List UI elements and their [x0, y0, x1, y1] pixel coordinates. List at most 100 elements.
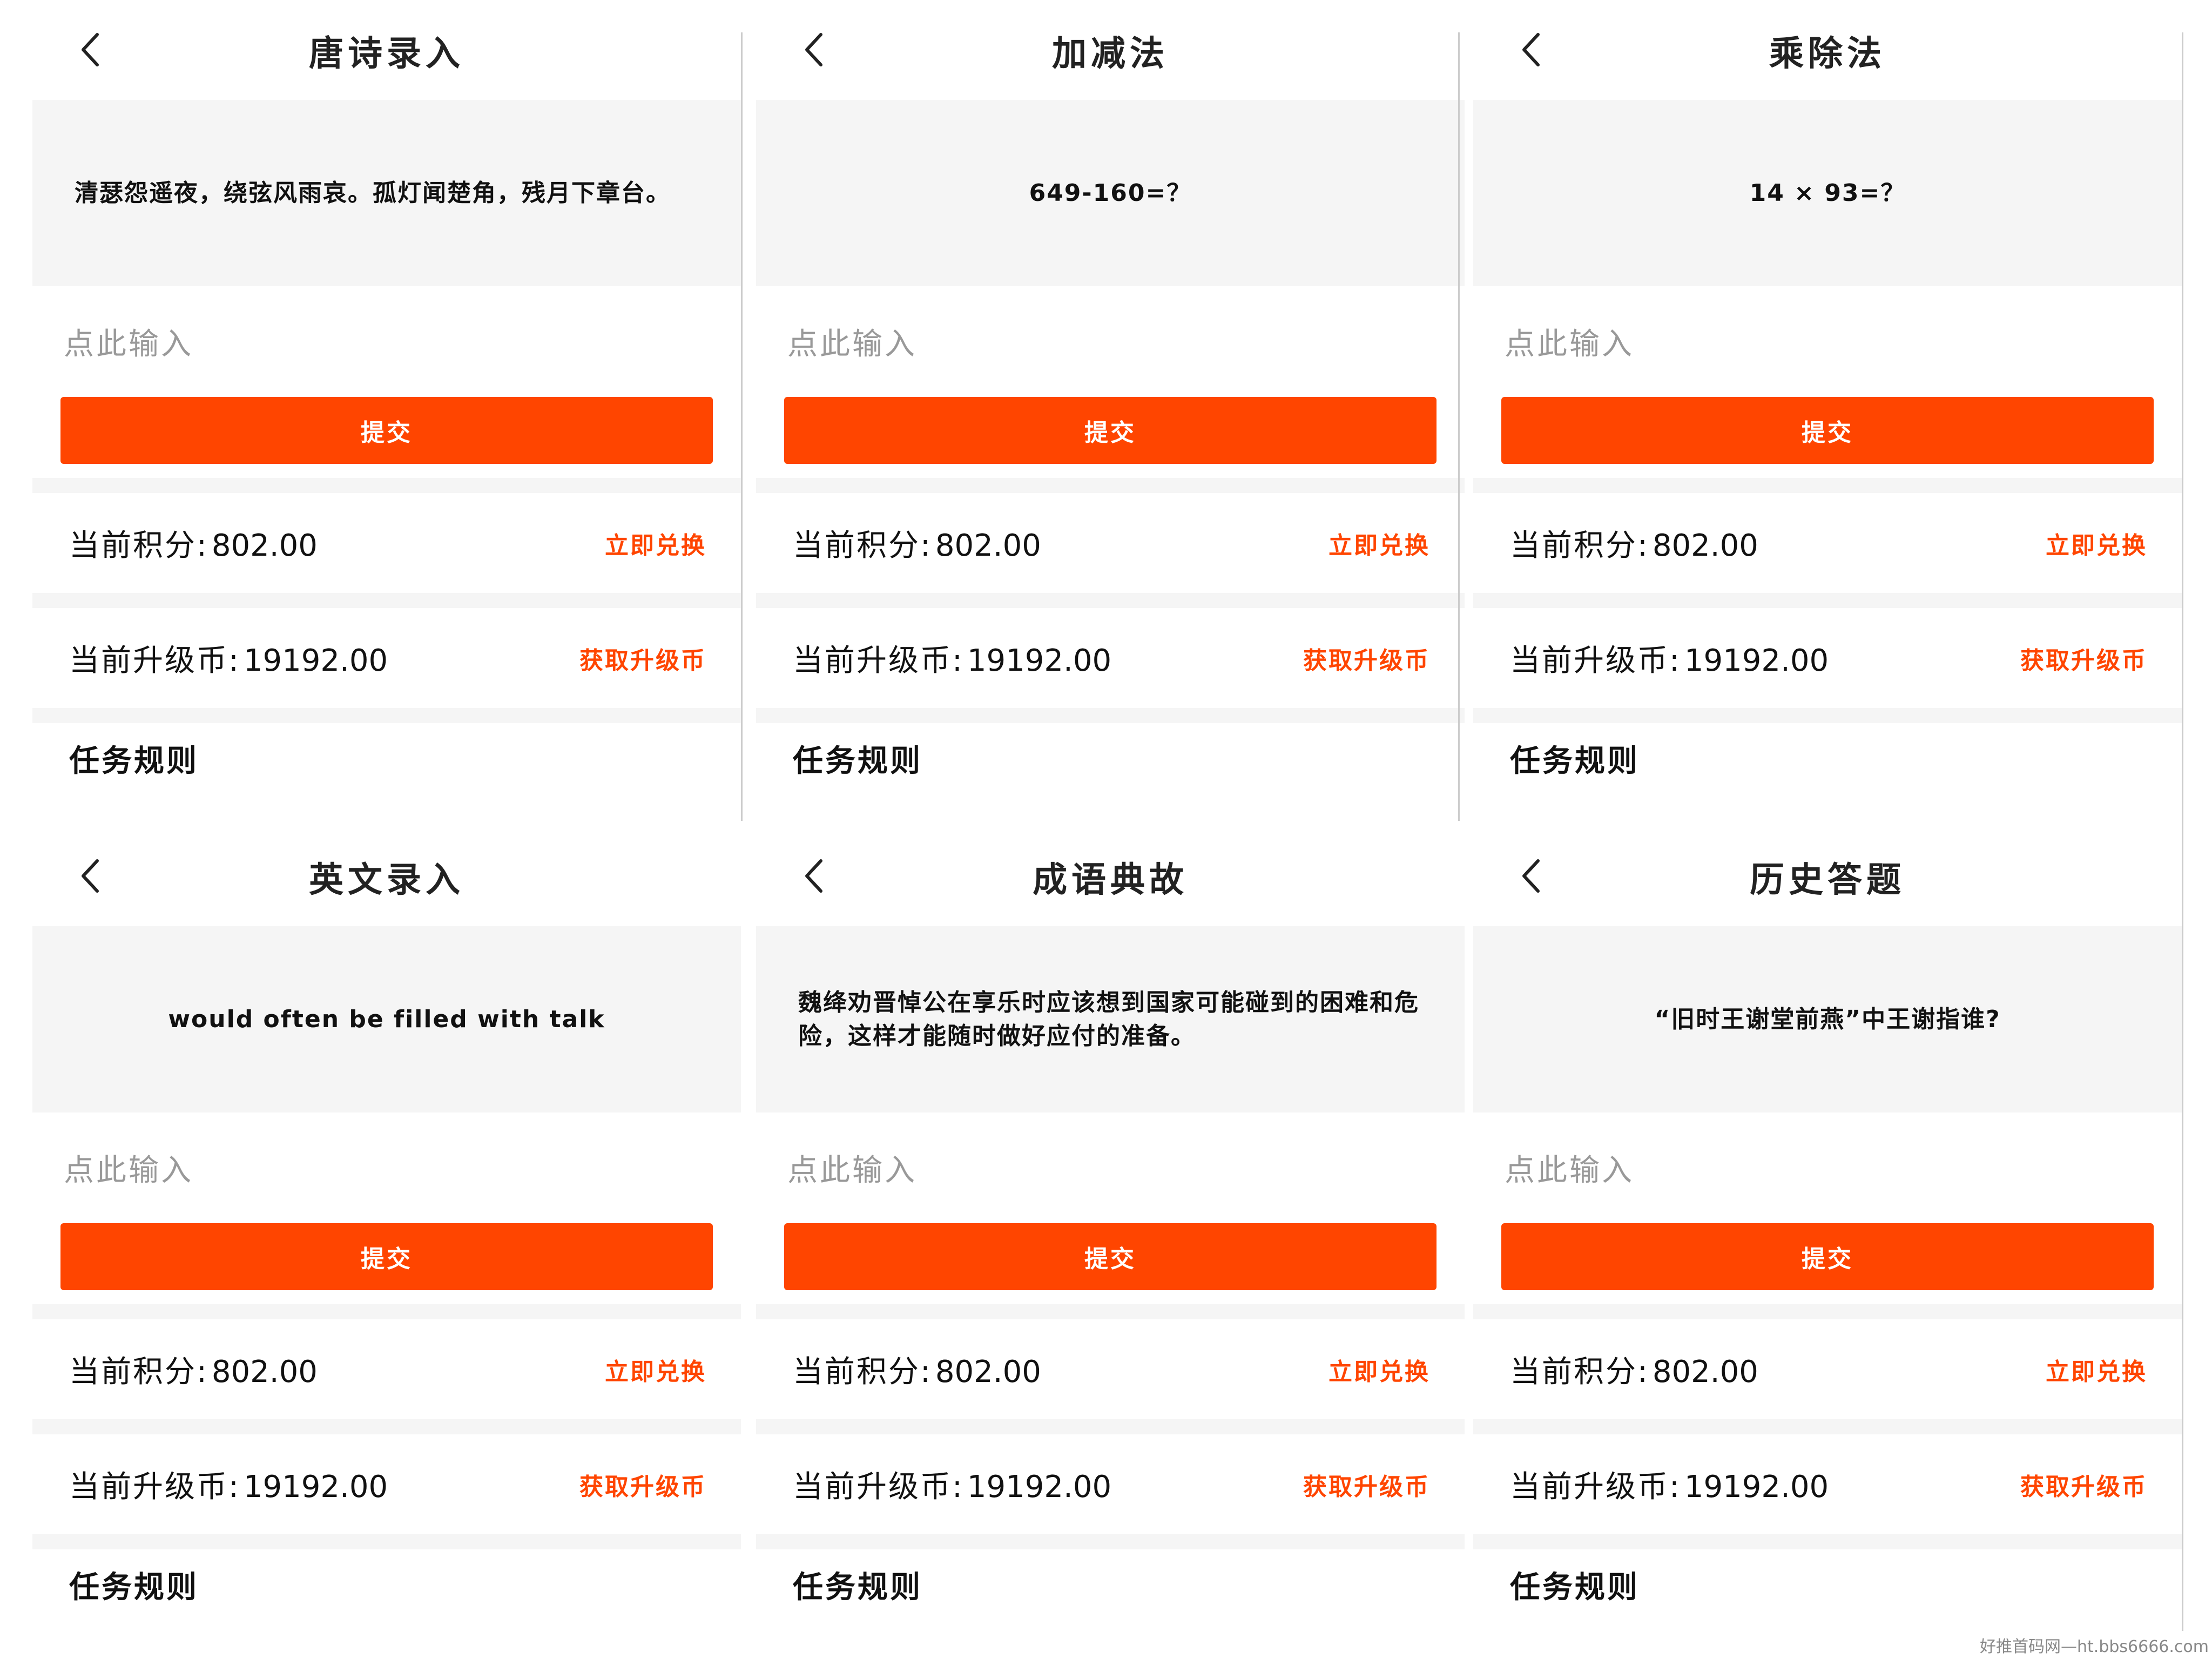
- watermark-text: 好推首码网—ht.bbs6666.com: [1980, 1637, 2209, 1656]
- coins-row: 当前升级币: 19192.00 获取升级币: [1473, 608, 2182, 708]
- points-row: 当前积分: 802.00 立即兑换: [756, 1319, 1465, 1419]
- header: 成语典故: [756, 826, 1465, 926]
- points-row: 当前积分: 802.00 立即兑换: [1473, 493, 2182, 593]
- points-value: 802.00: [935, 528, 1041, 563]
- coins-row: 当前升级币: 19192.00 获取升级币: [756, 1434, 1465, 1534]
- submit-wrap: 提交: [32, 1223, 741, 1304]
- coins-label: 当前升级币:: [793, 643, 964, 678]
- points-label: 当前积分:: [1510, 1354, 1649, 1390]
- divider: [756, 1534, 1465, 1549]
- answer-input[interactable]: 点此输入: [32, 1112, 741, 1223]
- divider: [32, 1534, 741, 1549]
- header: 乘除法: [1473, 0, 2182, 100]
- submit-button[interactable]: 提交: [1501, 1223, 2154, 1290]
- points-row: 当前积分: 802.00 立即兑换: [1473, 1319, 2182, 1419]
- coins-label: 当前升级币:: [1510, 1469, 1681, 1505]
- redeem-link[interactable]: 立即兑换: [2046, 1352, 2147, 1387]
- answer-input[interactable]: 点此输入: [756, 286, 1465, 397]
- question-text: would often be filled with talk: [168, 1005, 605, 1033]
- submit-button[interactable]: 提交: [784, 1223, 1437, 1290]
- question-text: 649-160=？: [1029, 179, 1192, 207]
- points-label: 当前积分:: [793, 528, 932, 563]
- submit-button[interactable]: 提交: [1501, 397, 2154, 464]
- task-rules[interactable]: 任务规则: [32, 723, 741, 793]
- divider: [1473, 478, 2182, 493]
- answer-input[interactable]: 点此输入: [32, 286, 741, 397]
- task-rules[interactable]: 任务规则: [756, 1549, 1465, 1620]
- answer-input[interactable]: 点此输入: [1473, 1112, 2182, 1223]
- coins-row: 当前升级币: 19192.00 获取升级币: [32, 1434, 741, 1534]
- column-divider: [741, 32, 743, 821]
- divider: [756, 1304, 1465, 1319]
- question-text: 魏绛劝晋悼公在享乐时应该想到国家可能碰到的困难和危险，这样才能随时做好应付的准备…: [798, 988, 1419, 1050]
- submit-button[interactable]: 提交: [784, 397, 1437, 464]
- coins-value: 19192.00: [967, 643, 1112, 678]
- task-rules[interactable]: 任务规则: [1473, 1549, 2182, 1620]
- submit-wrap: 提交: [32, 397, 741, 478]
- panel-addition-subtraction: 加减法 649-160=？ 点此输入 提交 当前积分: 802.00 立即兑换 …: [756, 0, 1465, 823]
- redeem-link[interactable]: 立即兑换: [605, 1352, 706, 1387]
- coins-row: 当前升级币: 19192.00 获取升级币: [756, 608, 1465, 708]
- divider: [32, 1419, 741, 1434]
- points-value: 802.00: [1652, 528, 1758, 563]
- redeem-link[interactable]: 立即兑换: [1328, 526, 1430, 561]
- redeem-link[interactable]: 立即兑换: [1328, 1352, 1430, 1387]
- header: 唐诗录入: [32, 0, 741, 100]
- coins-value: 19192.00: [967, 1469, 1112, 1505]
- answer-input[interactable]: 点此输入: [1473, 286, 2182, 397]
- coins-row: 当前升级币: 19192.00 获取升级币: [1473, 1434, 2182, 1534]
- question-box: 649-160=？: [756, 100, 1465, 286]
- coins-label: 当前升级币:: [69, 1469, 240, 1505]
- question-box: would often be filled with talk: [32, 926, 741, 1112]
- get-coins-link[interactable]: 获取升级币: [1303, 641, 1430, 676]
- divider: [756, 593, 1465, 608]
- coins-label: 当前升级币:: [69, 643, 240, 678]
- coins-label: 当前升级币:: [793, 1469, 964, 1505]
- submit-button[interactable]: 提交: [60, 1223, 713, 1290]
- question-text: 14 × 93=？: [1749, 179, 1906, 207]
- get-coins-link[interactable]: 获取升级币: [2020, 641, 2147, 676]
- question-text: “旧时王谢堂前燕”中王谢指谁?: [1654, 1005, 2001, 1033]
- question-box: 清瑟怨遥夜，绕弦风雨哀。孤灯闻楚角，残月下章台。: [32, 100, 741, 286]
- submit-wrap: 提交: [1473, 397, 2182, 478]
- submit-wrap: 提交: [756, 1223, 1465, 1304]
- divider: [756, 478, 1465, 493]
- divider: [756, 708, 1465, 723]
- page-title: 历史答题: [1750, 860, 1905, 900]
- get-coins-link[interactable]: 获取升级币: [1303, 1467, 1430, 1502]
- task-rules[interactable]: 任务规则: [1473, 723, 2182, 793]
- redeem-link[interactable]: 立即兑换: [605, 526, 706, 561]
- points-row: 当前积分: 802.00 立即兑换: [32, 493, 741, 593]
- points-value: 802.00: [211, 1354, 318, 1390]
- divider: [32, 478, 741, 493]
- divider: [1473, 1534, 2182, 1549]
- coins-value: 19192.00: [243, 643, 388, 678]
- coins-row: 当前升级币: 19192.00 获取升级币: [32, 608, 741, 708]
- get-coins-link[interactable]: 获取升级币: [579, 1467, 706, 1502]
- divider: [1473, 708, 2182, 723]
- panel-english-input: 英文录入 would often be filled with talk 点此输…: [32, 826, 741, 1649]
- points-label: 当前积分:: [69, 528, 208, 563]
- header: 历史答题: [1473, 826, 2182, 926]
- redeem-link[interactable]: 立即兑换: [2046, 526, 2147, 561]
- submit-wrap: 提交: [1473, 1223, 2182, 1304]
- submit-button[interactable]: 提交: [60, 397, 713, 464]
- points-label: 当前积分:: [1510, 528, 1649, 563]
- points-row: 当前积分: 802.00 立即兑换: [32, 1319, 741, 1419]
- divider: [1473, 593, 2182, 608]
- get-coins-link[interactable]: 获取升级币: [579, 641, 706, 676]
- panel-tang-poetry: 唐诗录入 清瑟怨遥夜，绕弦风雨哀。孤灯闻楚角，残月下章台。 点此输入 提交 当前…: [32, 0, 741, 823]
- coins-label: 当前升级币:: [1510, 643, 1681, 678]
- points-value: 802.00: [935, 1354, 1041, 1390]
- task-rules[interactable]: 任务规则: [756, 723, 1465, 793]
- divider: [1473, 1419, 2182, 1434]
- divider: [32, 708, 741, 723]
- question-box: 魏绛劝晋悼公在享乐时应该想到国家可能碰到的困难和危险，这样才能随时做好应付的准备…: [756, 926, 1465, 1112]
- panel-idiom-story: 成语典故 魏绛劝晋悼公在享乐时应该想到国家可能碰到的困难和危险，这样才能随时做好…: [756, 826, 1465, 1649]
- get-coins-link[interactable]: 获取升级币: [2020, 1467, 2147, 1502]
- answer-input[interactable]: 点此输入: [756, 1112, 1465, 1223]
- panel-multiplication-division: 乘除法 14 × 93=？ 点此输入 提交 当前积分: 802.00 立即兑换 …: [1473, 0, 2182, 823]
- divider: [32, 593, 741, 608]
- column-divider: [1458, 32, 1460, 821]
- task-rules[interactable]: 任务规则: [32, 1549, 741, 1620]
